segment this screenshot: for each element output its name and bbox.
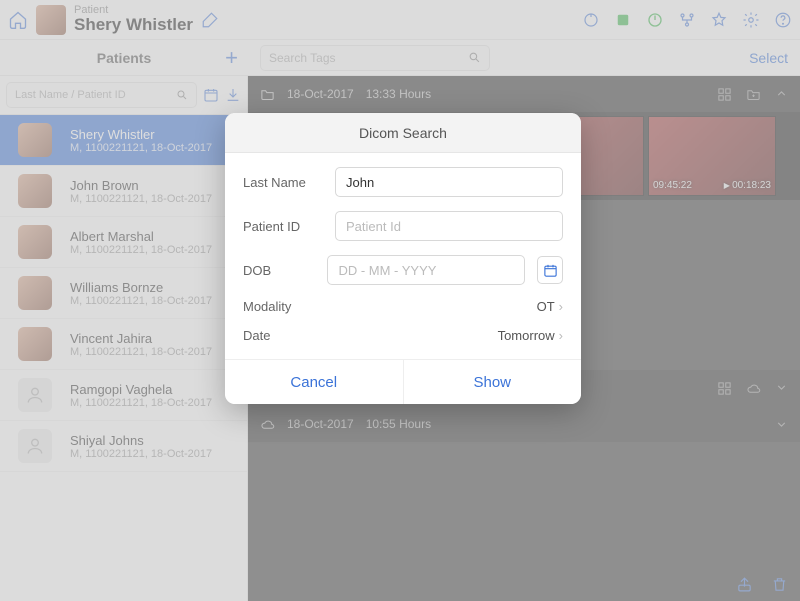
lastname-label: Last Name [243, 175, 323, 190]
cancel-button[interactable]: Cancel [225, 360, 404, 404]
patientid-label: Patient ID [243, 219, 323, 234]
date-label: Date [243, 328, 323, 343]
dicom-search-dialog: Dicom Search Last Name Patient ID DOB Mo… [225, 113, 581, 404]
chevron-right-icon: › [559, 328, 563, 343]
row-lastname: Last Name [243, 167, 563, 197]
chevron-right-icon: › [559, 299, 563, 314]
row-patientid: Patient ID [243, 211, 563, 241]
modality-label: Modality [243, 299, 323, 314]
dob-input[interactable] [327, 255, 525, 285]
calendar-button[interactable] [537, 256, 563, 284]
row-modality[interactable]: Modality OT › [243, 299, 563, 314]
row-dob: DOB [243, 255, 563, 285]
dialog-footer: Cancel Show [225, 359, 581, 404]
dialog-title: Dicom Search [225, 113, 581, 153]
date-value: Tomorrow [498, 328, 555, 343]
dialog-body: Last Name Patient ID DOB Modality OT › [225, 153, 581, 349]
modality-value: OT [537, 299, 555, 314]
patientid-input[interactable] [335, 211, 563, 241]
row-date[interactable]: Date Tomorrow › [243, 328, 563, 343]
dob-label: DOB [243, 263, 315, 278]
show-button[interactable]: Show [404, 360, 582, 404]
lastname-input[interactable] [335, 167, 563, 197]
app-root: Patient Shery Whistler Patients + Search… [0, 0, 800, 601]
